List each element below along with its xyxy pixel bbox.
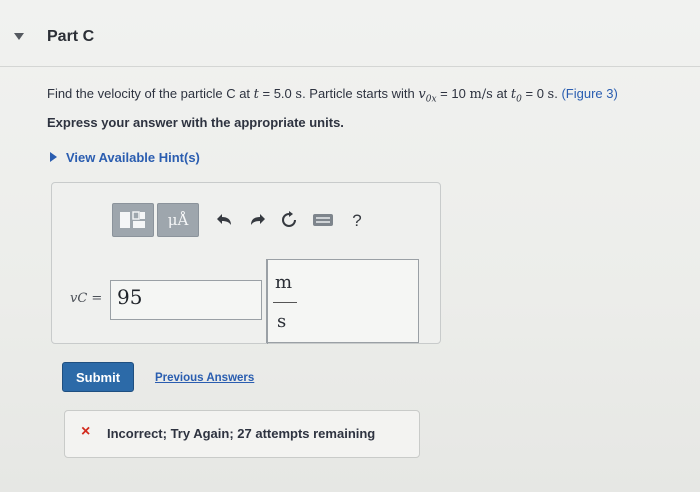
math-toolbar: μÅ ? <box>112 203 366 237</box>
figure-link[interactable]: (Figure 3) <box>561 86 617 101</box>
feedback-message: Incorrect; Try Again; 27 attempts remain… <box>107 426 376 441</box>
page: Part C Find the velocity of the particle… <box>0 0 700 492</box>
instruction-text: Express your answer with the appropriate… <box>47 115 344 130</box>
expand-triangle-icon <box>50 152 57 162</box>
units-numerator: m <box>275 272 293 293</box>
submit-button[interactable]: Submit <box>62 362 134 392</box>
units-input[interactable]: m s <box>266 259 419 344</box>
part-header[interactable]: Part C <box>0 14 700 67</box>
question-text: Find the velocity of the particle C at t… <box>47 86 618 105</box>
undo-icon[interactable] <box>216 211 234 229</box>
answer-panel: μÅ ? vC = 95 m s <box>51 182 441 344</box>
templates-button[interactable] <box>112 203 154 237</box>
collapse-triangle-icon[interactable] <box>14 33 24 40</box>
view-hints-link[interactable]: View Available Hint(s) <box>50 150 200 165</box>
units-button[interactable]: μÅ <box>157 203 199 237</box>
fraction-bar <box>273 302 297 303</box>
error-x-icon: × <box>81 423 91 440</box>
variable-label: vC = <box>70 291 103 306</box>
templates-icon <box>120 211 145 228</box>
previous-answers-link[interactable]: Previous Answers <box>155 372 254 384</box>
units-denominator: s <box>277 311 287 332</box>
reset-icon[interactable] <box>280 211 298 229</box>
keyboard-icon[interactable] <box>312 211 334 229</box>
units-divider <box>267 260 268 344</box>
value-input[interactable]: 95 <box>110 280 262 320</box>
redo-icon[interactable] <box>248 211 266 229</box>
part-title: Part C <box>47 28 95 45</box>
feedback-box: × Incorrect; Try Again; 27 attempts rema… <box>64 410 420 458</box>
help-icon[interactable]: ? <box>348 211 366 229</box>
view-hints-label[interactable]: View Available Hint(s) <box>66 150 200 165</box>
